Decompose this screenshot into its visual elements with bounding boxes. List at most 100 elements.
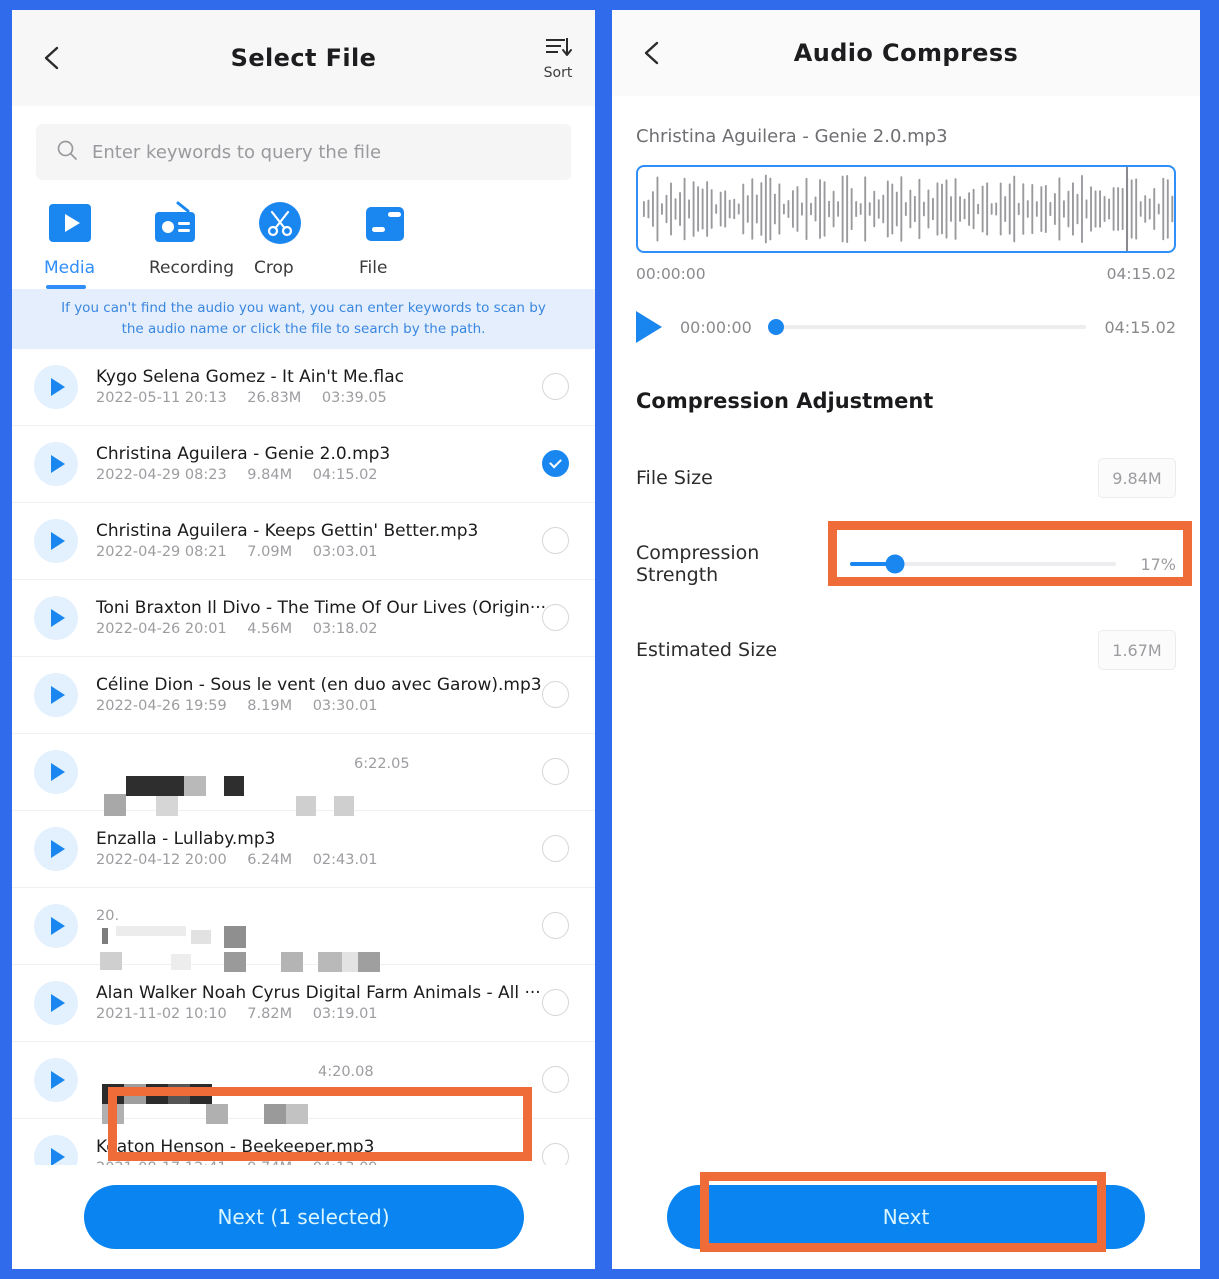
play-icon[interactable] <box>34 518 78 563</box>
search-input[interactable]: Enter keywords to query the file <box>36 124 571 180</box>
next-button[interactable]: Next (1 selected) <box>83 1185 524 1249</box>
page-title: Select File <box>230 44 377 72</box>
waveform-display[interactable] <box>636 165 1176 253</box>
file-duration: 03:39.05 <box>321 390 387 407</box>
waveform-end-time: 04:15.02 <box>1106 265 1176 283</box>
play-icon[interactable] <box>34 441 78 486</box>
waveform-playhead[interactable] <box>1125 167 1128 251</box>
file-size-value: 9.84M <box>1098 458 1176 498</box>
back-chevron-icon[interactable] <box>38 43 68 73</box>
file-duration: 4:20.08 <box>318 1063 374 1080</box>
estimated-size-value: 1.67M <box>1098 630 1176 670</box>
play-icon[interactable] <box>34 826 78 871</box>
file-duration: 6:22.05 <box>354 755 410 772</box>
file-checkbox[interactable] <box>542 989 569 1017</box>
file-duration: 03:03.01 <box>312 544 378 561</box>
screenshot-stage: Select File Sort Enter keywords to query… <box>0 0 1219 1279</box>
file-checkbox[interactable] <box>542 835 569 863</box>
file-sub: 2022-04-26 19:59 8.19M 03:30.01 <box>96 698 394 714</box>
file-sub: 2022-04-26 20:01 4.56M 03:18.02 <box>96 621 394 637</box>
tab-file[interactable]: File <box>357 200 462 289</box>
file-checkbox[interactable] <box>542 527 569 555</box>
file-checkbox[interactable] <box>542 912 569 940</box>
tab-crop[interactable]: Crop <box>252 200 357 289</box>
list-item[interactable]: Alan Walker Noah Cyrus Digital Farm Anim… <box>12 965 595 1042</box>
list-item[interactable]: 6:22.05 <box>12 734 595 816</box>
tab-crop-label: Crop <box>254 258 294 278</box>
scan-hint-banner: If you can't find the audio you want, yo… <box>12 289 595 349</box>
play-icon[interactable] <box>636 311 662 343</box>
player-total-time: 04:15.02 <box>1104 317 1176 337</box>
radio-icon <box>152 200 198 246</box>
play-icon[interactable] <box>34 903 78 948</box>
search-placeholder: Enter keywords to query the file <box>92 141 382 163</box>
file-meta: Christina Aguilera - Genie 2.0.mp3 2022-… <box>96 444 528 483</box>
list-item[interactable]: Kygo Selena Gomez - It Ain't Me.flac 202… <box>12 349 595 426</box>
audio-compress-screen: Audio Compress Christina Aguilera - Geni… <box>612 10 1200 1269</box>
file-name: Alan Walker Noah Cyrus Digital Farm Anim… <box>96 983 541 1004</box>
file-sub: 2022-05-11 20:13 26.83M 03:39.05 <box>96 390 403 406</box>
file-sub: 2021-11-02 10:10 7.82M 03:19.01 <box>96 1006 394 1022</box>
list-item[interactable]: Christina Aguilera - Genie 2.0.mp3 2022-… <box>12 426 595 503</box>
file-checkbox[interactable] <box>542 1066 569 1094</box>
list-item[interactable]: 20. <box>12 888 595 972</box>
tab-file-label: File <box>359 258 388 278</box>
left-title-bar: Select File Sort <box>12 10 595 106</box>
folder-icon <box>362 200 408 246</box>
file-name: Céline Dion - Sous le vent (en duo avec … <box>96 675 542 696</box>
next-button[interactable]: Next <box>667 1185 1145 1249</box>
player-progress-knob[interactable] <box>768 319 785 335</box>
file-size: 4.56M <box>247 621 293 638</box>
compression-strength-row: Compression Strength 17% <box>636 542 1176 586</box>
selected-audio-name: Christina Aguilera - Genie 2.0.mp3 <box>636 126 948 147</box>
play-icon[interactable] <box>34 364 78 409</box>
tab-recording[interactable]: Recording <box>147 200 252 289</box>
page-title: Audio Compress <box>793 39 1019 67</box>
play-icon[interactable] <box>34 1057 78 1102</box>
tab-active-underline <box>46 285 86 289</box>
search-area: Enter keywords to query the file <box>12 106 595 188</box>
back-chevron-icon[interactable] <box>638 38 668 68</box>
sort-button[interactable]: Sort <box>543 35 573 81</box>
play-icon[interactable] <box>34 749 78 794</box>
compression-strength-slider[interactable] <box>850 554 1116 574</box>
file-size: 26.83M <box>247 390 302 407</box>
file-size: 8.19M <box>247 698 293 715</box>
slider-knob[interactable] <box>885 554 905 574</box>
file-date: 2022-05-11 20:13 <box>96 390 227 407</box>
list-item[interactable]: Toni Braxton Il Divo - The Time Of Our L… <box>12 580 595 657</box>
file-duration: 02:43.01 <box>312 852 378 869</box>
file-meta: Enzalla - Lullaby.mp3 2022-04-12 20:00 6… <box>96 829 528 868</box>
list-item[interactable]: 4:20.08 <box>12 1042 595 1124</box>
file-date: 20. <box>96 907 120 924</box>
list-item[interactable]: Céline Dion - Sous le vent (en duo avec … <box>12 657 595 734</box>
estimated-size-row: Estimated Size 1.67M <box>636 629 1176 671</box>
file-checkbox[interactable] <box>542 373 569 401</box>
audio-player: 00:00:00 04:15.02 <box>636 311 1176 343</box>
play-icon[interactable] <box>34 595 78 640</box>
file-sub: 2022-04-12 20:00 6.24M 02:43.01 <box>96 852 394 868</box>
list-item[interactable]: Enzalla - Lullaby.mp3 2022-04-12 20:00 6… <box>12 811 595 888</box>
compression-strength-value: 17% <box>1140 554 1176 574</box>
list-item[interactable]: Christina Aguilera - Keeps Gettin' Bette… <box>12 503 595 580</box>
file-checkbox-selected[interactable] <box>542 450 569 478</box>
file-checkbox[interactable] <box>542 604 569 632</box>
tab-media[interactable]: Media <box>42 200 147 289</box>
file-size-row: File Size 9.84M <box>636 457 1176 499</box>
section-title: Compression Adjustment <box>636 389 934 413</box>
player-progress-slider[interactable] <box>768 319 1087 335</box>
file-meta: Toni Braxton Il Divo - The Time Of Our L… <box>96 598 546 637</box>
file-name: Enzalla - Lullaby.mp3 <box>96 829 276 850</box>
sort-descending-icon <box>543 35 573 63</box>
file-meta: Christina Aguilera - Keeps Gettin' Bette… <box>96 521 528 560</box>
play-icon[interactable] <box>34 672 78 717</box>
play-icon[interactable] <box>34 980 78 1025</box>
file-duration: 03:18.02 <box>312 621 378 638</box>
file-duration: 03:30.01 <box>312 698 378 715</box>
compression-strength-slider-wrap: 17% <box>844 554 1176 574</box>
file-date: 2022-04-29 08:23 <box>96 467 227 484</box>
file-checkbox[interactable] <box>542 758 569 786</box>
compression-strength-label: Compression Strength <box>636 542 760 586</box>
file-meta: Kygo Selena Gomez - It Ain't Me.flac 202… <box>96 367 528 406</box>
file-checkbox[interactable] <box>542 681 569 709</box>
